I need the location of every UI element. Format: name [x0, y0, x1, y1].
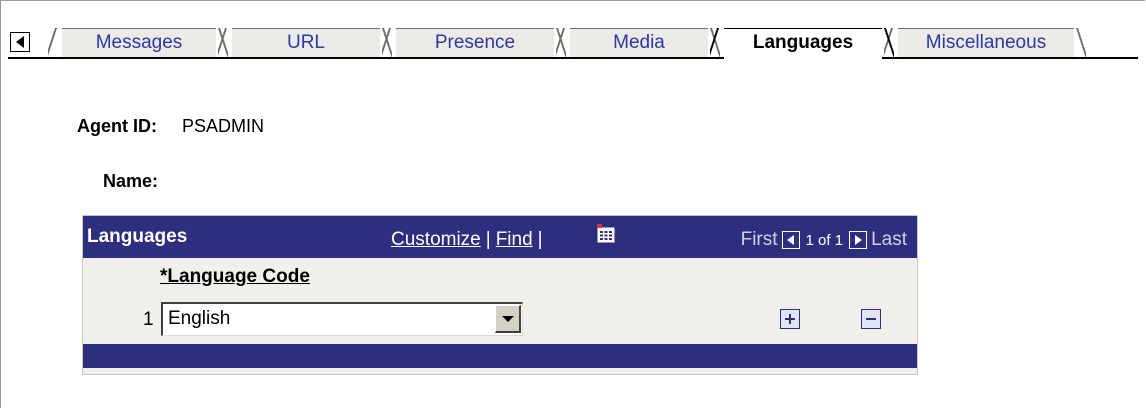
download-grid-icon[interactable] [595, 223, 617, 245]
agent-id-label: Agent ID: [77, 116, 157, 136]
add-row-icon[interactable] [780, 309, 800, 329]
previous-icon[interactable] [781, 231, 800, 249]
tab-label: Media [613, 32, 665, 53]
tab-presence[interactable]: Presence [396, 28, 554, 57]
tab-bar: Messages URL Presence Media Languages Mi… [0, 0, 1146, 60]
agent-id-value: PSADMIN [182, 116, 265, 136]
grid-links: Customize | Find | [391, 229, 548, 251]
language-code-column-header[interactable]: *Language Code [160, 266, 310, 288]
name-label: Name: [103, 171, 159, 191]
next-icon[interactable] [849, 231, 868, 249]
grid-title: Languages [87, 226, 188, 247]
tab-label: Languages [752, 32, 854, 53]
tab-label: Messages [95, 32, 183, 53]
tab-label: Presence [434, 32, 516, 53]
tab-baseline [8, 57, 1138, 59]
link-separator: | [485, 229, 491, 250]
tab-media[interactable]: Media [570, 28, 708, 57]
tab-url[interactable]: URL [232, 28, 380, 57]
customize-link[interactable]: Customize [391, 229, 481, 250]
language-code-value: English [168, 308, 231, 329]
scroll-left-icon[interactable] [10, 32, 30, 52]
grid-header: Languages Customize | Find | First 1 of 1 L… [83, 216, 917, 258]
tab-languages[interactable]: Languages [724, 28, 882, 59]
last-link[interactable]: Last [871, 229, 907, 251]
delete-row-icon[interactable] [861, 309, 881, 329]
grid-footer [83, 344, 917, 368]
first-link[interactable]: First [741, 229, 778, 251]
dropdown-arrow-icon[interactable] [495, 305, 521, 333]
find-link[interactable]: Find [496, 229, 533, 250]
tab-label: URL [286, 32, 325, 53]
tab-label: Miscellaneous [925, 32, 1047, 53]
language-code-select[interactable]: English [161, 302, 523, 336]
row-number: 1 [143, 309, 154, 330]
grid-navigation: First 1 of 1 Last [741, 229, 907, 251]
languages-grid: Languages Customize | Find | First 1 of 1 L… [82, 215, 918, 375]
page-count: 1 of 1 [805, 231, 844, 249]
tab-miscellaneous[interactable]: Miscellaneous [898, 28, 1074, 57]
tab-messages[interactable]: Messages [62, 28, 216, 57]
link-separator: | [537, 229, 543, 250]
